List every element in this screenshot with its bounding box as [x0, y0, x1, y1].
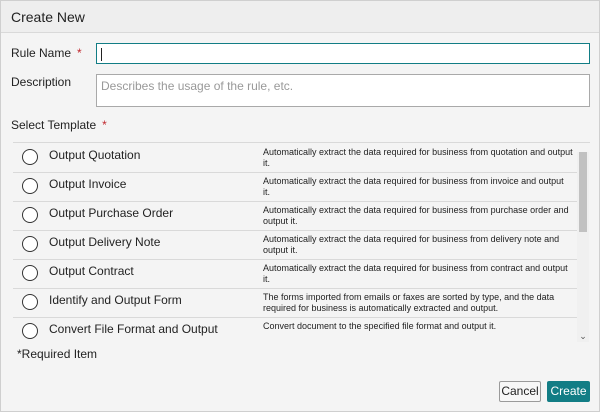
template-description: Automatically extract the data required …	[263, 147, 573, 168]
template-name: Output Purchase Order	[49, 206, 174, 220]
required-item-note: *Required Item	[17, 347, 98, 361]
template-name: Convert File Format and Output	[49, 322, 218, 336]
create-new-dialog: Create New Rule Name * Description Descri…	[0, 0, 600, 412]
template-row-output-delivery-note[interactable]: Output Delivery Note Automatically extra…	[13, 230, 577, 260]
template-description: The forms imported from emails or faxes …	[263, 292, 555, 313]
rule-name-label-text: Rule Name	[11, 46, 72, 60]
template-name: Output Delivery Note	[49, 235, 161, 249]
description-textarea[interactable]: Describes the usage of the rule, etc.	[96, 74, 590, 107]
radio-button[interactable]	[22, 149, 38, 165]
template-name: Output Invoice	[49, 177, 127, 191]
select-template-label-text: Select Template	[11, 118, 97, 132]
radio-button[interactable]	[22, 178, 38, 194]
description-label: Description	[11, 75, 72, 89]
template-row-output-purchase-order[interactable]: Output Purchase Order Automatically extr…	[13, 201, 577, 231]
template-row-convert-file-format[interactable]: Convert File Format and Output Convert d…	[13, 317, 577, 343]
text-caret	[101, 48, 102, 61]
dialog-title: Create New	[11, 9, 85, 25]
rule-name-input[interactable]	[96, 43, 590, 64]
template-row-output-quotation[interactable]: Output Quotation Automatically extract t…	[13, 143, 577, 173]
radio-button[interactable]	[22, 207, 38, 223]
template-row-identify-and-output-form[interactable]: Identify and Output Form The forms impor…	[13, 288, 577, 318]
select-template-label: Select Template *	[11, 118, 107, 132]
template-description: Automatically extract the data required …	[263, 205, 569, 226]
dialog-titlebar: Create New	[1, 1, 599, 33]
template-name: Output Quotation	[49, 148, 141, 162]
scrollbar-thumb[interactable]	[579, 152, 587, 232]
chevron-down-icon[interactable]: ⌄	[577, 330, 589, 342]
rule-name-label: Rule Name *	[11, 46, 82, 60]
template-list-scrollbar[interactable]: ⌄	[577, 152, 589, 342]
required-mark: *	[102, 118, 107, 132]
template-list[interactable]: Output Quotation Automatically extract t…	[13, 142, 590, 343]
create-button[interactable]: Create	[547, 381, 590, 402]
template-name: Output Contract	[49, 264, 134, 278]
required-mark: *	[77, 46, 82, 60]
template-description: Automatically extract the data required …	[263, 176, 564, 197]
description-placeholder: Describes the usage of the rule, etc.	[101, 79, 294, 93]
template-name: Identify and Output Form	[49, 293, 182, 307]
template-description: Automatically extract the data required …	[263, 263, 568, 284]
template-description: Automatically extract the data required …	[263, 234, 560, 255]
template-description: Convert document to the specified file f…	[263, 321, 497, 331]
radio-button[interactable]	[22, 236, 38, 252]
cancel-button[interactable]: Cancel	[499, 381, 541, 402]
radio-button[interactable]	[22, 323, 38, 339]
template-row-output-contract[interactable]: Output Contract Automatically extract th…	[13, 259, 577, 289]
template-row-output-invoice[interactable]: Output Invoice Automatically extract the…	[13, 172, 577, 202]
radio-button[interactable]	[22, 294, 38, 310]
radio-button[interactable]	[22, 265, 38, 281]
